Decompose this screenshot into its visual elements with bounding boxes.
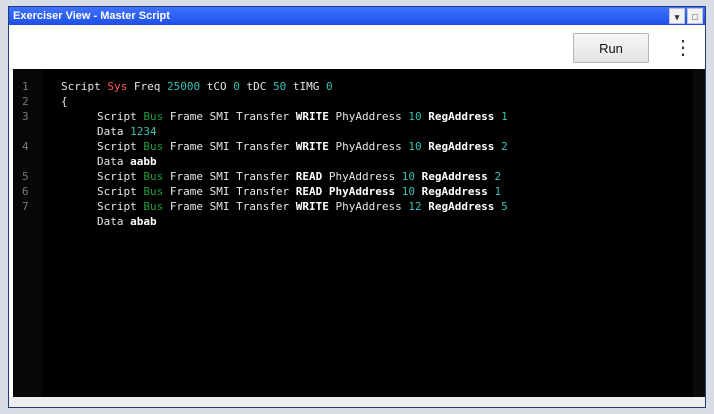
code-line[interactable]: Data 1234 bbox=[13, 124, 703, 139]
code-token: tCO bbox=[206, 80, 234, 93]
code-token: 10 bbox=[408, 110, 429, 123]
exerciser-window: Exerciser View - Master Script ▾ □ Run ⋮… bbox=[8, 6, 706, 408]
code-token: aabb bbox=[130, 155, 157, 168]
code-token: 1 bbox=[501, 110, 508, 123]
code-token: Transfer bbox=[236, 185, 296, 198]
window-title: Exerciser View - Master Script bbox=[13, 10, 170, 22]
code-line[interactable]: 4 Script Bus Frame SMI Transfer WRITE Phy… bbox=[13, 139, 703, 154]
code-token: RegAddress bbox=[421, 185, 495, 198]
code-token: Data bbox=[97, 215, 131, 228]
code-line[interactable]: Data abab bbox=[13, 214, 703, 229]
more-options-icon[interactable]: ⋮ bbox=[673, 35, 693, 61]
code-token: RegAddress bbox=[428, 140, 502, 153]
code-token: 1234 bbox=[130, 125, 157, 138]
code-line[interactable]: 5 Script Bus Frame SMI Transfer READ PhyA… bbox=[13, 169, 703, 184]
code-token: Script bbox=[61, 80, 108, 93]
code-token: READ bbox=[295, 185, 329, 198]
line-number: 1 bbox=[22, 80, 29, 93]
title-controls: ▾ □ bbox=[669, 8, 703, 24]
code-token: Bus bbox=[143, 140, 170, 153]
code-area[interactable]: 1 Script Sys Freq 25000 tCO 0 tDC 50 tIMG… bbox=[13, 79, 703, 229]
code-token: Bus bbox=[143, 200, 170, 213]
code-token: Frame bbox=[169, 170, 210, 183]
code-token: READ bbox=[295, 170, 329, 183]
code-token: PhyAddress bbox=[328, 170, 402, 183]
code-token: Script bbox=[97, 170, 144, 183]
code-token: Frame bbox=[169, 200, 210, 213]
code-token: SMI bbox=[209, 170, 237, 183]
code-token: 12 bbox=[408, 200, 429, 213]
editor-scrollbar[interactable] bbox=[693, 69, 705, 399]
code-token: RegAddress bbox=[421, 170, 495, 183]
code-token: Frame bbox=[169, 110, 210, 123]
code-token: Transfer bbox=[236, 170, 296, 183]
code-token: Script bbox=[97, 110, 144, 123]
code-line[interactable]: 1 Script Sys Freq 25000 tCO 0 tDC 50 tIMG… bbox=[13, 79, 703, 94]
code-token: Data bbox=[97, 125, 131, 138]
code-token: 10 bbox=[408, 140, 429, 153]
code-token: PhyAddress bbox=[335, 110, 409, 123]
code-line[interactable]: 2{ bbox=[13, 94, 703, 109]
code-token: tDC bbox=[246, 80, 273, 93]
code-token: PhyAddress bbox=[328, 185, 402, 198]
code-token: SMI bbox=[209, 140, 237, 153]
code-token: 5 bbox=[501, 200, 508, 213]
code-token: 2 bbox=[494, 170, 502, 183]
code-token: abab bbox=[130, 215, 157, 228]
code-line[interactable]: 3 Script Bus Frame SMI Transfer WRITE Phy… bbox=[13, 109, 703, 124]
code-token: 2 bbox=[501, 140, 508, 153]
code-line[interactable]: Data aabb bbox=[13, 154, 703, 169]
code-token: WRITE bbox=[295, 110, 336, 123]
line-number: 3 bbox=[22, 110, 29, 123]
code-token: WRITE bbox=[295, 200, 336, 213]
maximize-icon[interactable]: □ bbox=[687, 8, 703, 24]
line-number: 2 bbox=[22, 95, 29, 108]
code-token: Transfer bbox=[236, 140, 296, 153]
code-token: 25000 bbox=[166, 80, 207, 93]
title-bar[interactable]: Exerciser View - Master Script ▾ □ bbox=[9, 7, 705, 25]
code-token: Bus bbox=[143, 185, 170, 198]
code-token: Frame bbox=[169, 140, 210, 153]
code-token: Script bbox=[97, 140, 144, 153]
status-bar bbox=[9, 397, 705, 407]
code-line[interactable]: 6 Script Bus Frame SMI Transfer READ PhyA… bbox=[13, 184, 703, 199]
line-number: 4 bbox=[22, 140, 29, 153]
code-token: Bus bbox=[143, 110, 170, 123]
code-token: 50 bbox=[272, 80, 293, 93]
code-token: 10 bbox=[401, 170, 422, 183]
code-token: SMI bbox=[209, 185, 237, 198]
code-token: SMI bbox=[209, 110, 237, 123]
run-button[interactable]: Run bbox=[573, 33, 649, 63]
toolbar: Run ⋮ bbox=[9, 25, 705, 70]
dropdown-icon[interactable]: ▾ bbox=[669, 8, 685, 24]
code-token: SMI bbox=[209, 200, 237, 213]
script-editor[interactable]: 1 Script Sys Freq 25000 tCO 0 tDC 50 tIMG… bbox=[13, 69, 703, 399]
code-token: Freq bbox=[133, 80, 167, 93]
code-token: Script bbox=[97, 200, 144, 213]
line-number: 7 bbox=[22, 200, 29, 213]
code-token: 0 bbox=[325, 80, 333, 93]
code-token: 0 bbox=[233, 80, 247, 93]
code-token: Transfer bbox=[236, 110, 296, 123]
code-token: Script bbox=[97, 185, 144, 198]
code-token: Transfer bbox=[236, 200, 296, 213]
code-token: PhyAddress bbox=[335, 200, 409, 213]
code-token: tIMG bbox=[292, 80, 326, 93]
code-token: Sys bbox=[107, 80, 134, 93]
code-token: Data bbox=[97, 155, 131, 168]
code-token: { bbox=[61, 95, 68, 108]
code-token: RegAddress bbox=[428, 110, 502, 123]
code-token: 1 bbox=[494, 185, 502, 198]
line-number: 5 bbox=[22, 170, 29, 183]
code-token: PhyAddress bbox=[335, 140, 409, 153]
code-token: RegAddress bbox=[428, 200, 502, 213]
code-token: 10 bbox=[401, 185, 422, 198]
code-token: WRITE bbox=[295, 140, 336, 153]
line-number: 6 bbox=[22, 185, 29, 198]
code-token: Frame bbox=[169, 185, 210, 198]
code-token: Bus bbox=[143, 170, 170, 183]
code-line[interactable]: 7 Script Bus Frame SMI Transfer WRITE Phy… bbox=[13, 199, 703, 214]
